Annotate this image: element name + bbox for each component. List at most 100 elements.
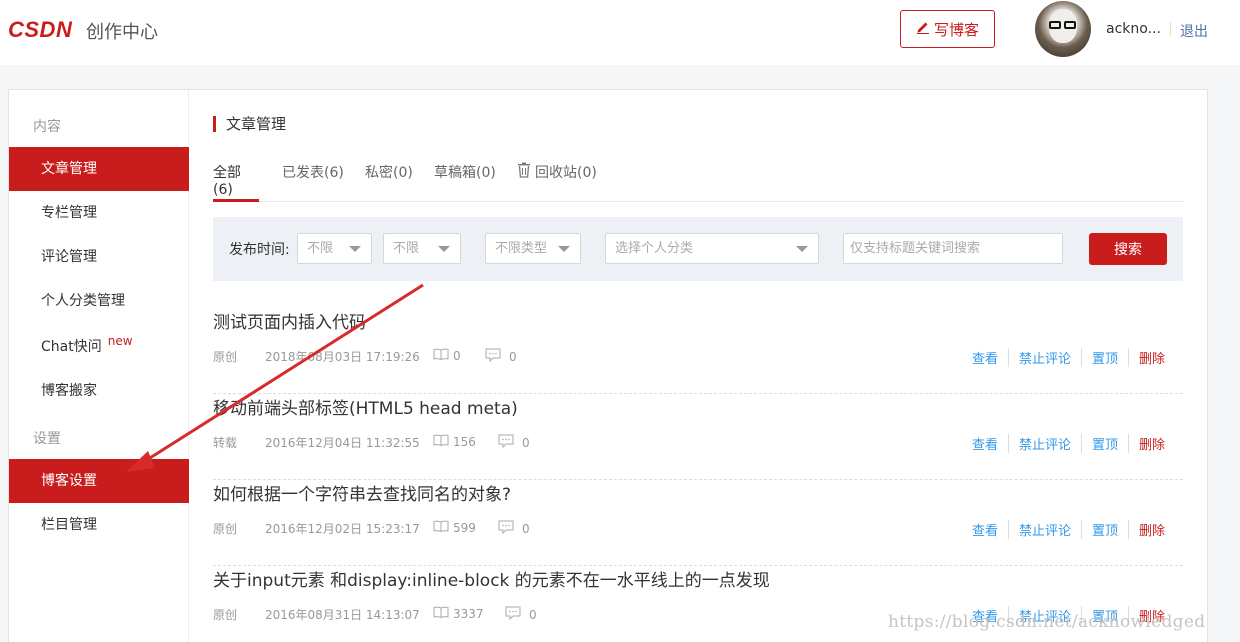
chevron-down-icon: [349, 246, 361, 252]
article-type: 原创: [213, 522, 238, 536]
search-button[interactable]: 搜索: [1089, 233, 1167, 265]
sidebar-item-blog-move[interactable]: 博客搬家: [9, 369, 189, 413]
article-title[interactable]: 如何根据一个字符串去查找同名的对象?: [213, 480, 511, 505]
article-date: 2016年12月04日 11:32:55: [265, 436, 420, 450]
ban-comment-link[interactable]: 禁止评论: [1007, 434, 1081, 453]
delete-link[interactable]: 删除: [1127, 434, 1175, 453]
article-title[interactable]: 测试页面内插入代码: [213, 308, 366, 333]
sidebar-item-blog-settings[interactable]: 博客设置: [9, 459, 189, 503]
book-icon: [433, 434, 449, 449]
sidebar-item-section-manage[interactable]: 栏目管理: [9, 503, 189, 547]
delete-link[interactable]: 删除: [1127, 348, 1175, 367]
article-row: 移动前端头部标签(HTML5 head meta) 转载 2016年12月04日…: [213, 394, 1183, 480]
ban-comment-link[interactable]: 禁止评论: [1007, 348, 1081, 367]
article-title[interactable]: 移动前端头部标签(HTML5 head meta): [213, 394, 518, 419]
article-row: 测试页面内插入代码 原创 2018年08月03日 17:19:26 0 0 查看…: [213, 308, 1183, 394]
content-card: 内容 文章管理 专栏管理 评论管理 个人分类管理 Chat快问 new 博客搬家 …: [8, 89, 1208, 642]
article-views: 599: [433, 520, 476, 535]
username[interactable]: ackno...: [1106, 21, 1161, 37]
sidebar-item-column-manage[interactable]: 专栏管理: [9, 191, 189, 235]
sidebar-item-category-manage[interactable]: 个人分类管理: [9, 279, 189, 323]
sidebar-item-article-manage[interactable]: 文章管理: [9, 147, 189, 191]
article-type: 转载: [213, 436, 238, 450]
sidebar: 内容 文章管理 专栏管理 评论管理 个人分类管理 Chat快问 new 博客搬家 …: [9, 90, 189, 642]
comment-icon: [505, 606, 521, 623]
write-blog-label: 写博客: [933, 20, 979, 39]
sidebar-group-content: 内容: [33, 119, 61, 135]
article-comments-count: 0: [529, 607, 537, 622]
filter-bar: 发布时间: 不限 不限 不限类型 选择个人分类 搜索: [213, 217, 1183, 281]
chevron-down-icon: [558, 246, 570, 252]
article-views-count: 3337: [453, 606, 484, 621]
delete-link[interactable]: 删除: [1127, 520, 1175, 539]
new-badge: new: [107, 334, 133, 348]
article-comments-count: 0: [522, 435, 530, 450]
top-bar: CSDN 创作中心 写博客 ackno... 退出: [0, 0, 1240, 65]
article-type: 原创: [213, 350, 238, 364]
year-select[interactable]: 不限: [297, 233, 372, 264]
article-actions: 查看 禁止评论 置顶 删除: [962, 520, 1175, 539]
article-comments-count: 0: [509, 349, 517, 364]
comment-icon: [485, 348, 501, 365]
article-actions: 查看 禁止评论 置顶 删除: [962, 348, 1175, 367]
year-select-value: 不限: [307, 241, 334, 256]
divider: [1170, 22, 1171, 36]
article-comments: 0: [485, 348, 517, 365]
sidebar-item-comment-manage[interactable]: 评论管理: [9, 235, 189, 279]
article-date: 2016年12月02日 15:23:17: [265, 522, 420, 536]
pin-top-link[interactable]: 置顶: [1080, 434, 1128, 453]
article-actions: 查看 禁止评论 置顶 删除: [962, 434, 1175, 453]
tab-recycle-bin[interactable]: 回收站(0): [517, 162, 597, 202]
comment-icon: [498, 434, 514, 451]
type-select[interactable]: 不限类型: [485, 233, 581, 264]
view-link[interactable]: 查看: [962, 434, 1008, 453]
article-row: 如何根据一个字符串去查找同名的对象? 原创 2016年12月02日 15:23:…: [213, 480, 1183, 566]
article-date: 2018年08月03日 17:19:26: [265, 350, 420, 364]
view-link[interactable]: 查看: [962, 520, 1008, 539]
page-title: 文章管理: [213, 116, 286, 132]
watermark: https://blog.csdn.net/acknowledged: [888, 612, 1206, 632]
article-comments: 0: [498, 520, 530, 537]
tab-private[interactable]: 私密(0): [365, 162, 413, 202]
article-comments-count: 0: [522, 521, 530, 536]
sidebar-item-chat[interactable]: Chat快问 new: [9, 325, 189, 369]
csdn-logo[interactable]: CSDN: [8, 17, 72, 43]
ban-comment-link[interactable]: 禁止评论: [1007, 520, 1081, 539]
search-input[interactable]: [843, 233, 1063, 264]
book-icon: [433, 606, 449, 621]
month-select-value: 不限: [393, 241, 420, 256]
pencil-icon: [916, 20, 930, 38]
article-comments: 0: [498, 434, 530, 451]
tab-all[interactable]: 全部(6): [213, 162, 259, 202]
tab-recycle-bin-label: 回收站(0): [535, 165, 597, 181]
article-type: 原创: [213, 608, 238, 622]
book-icon: [433, 348, 449, 363]
category-select[interactable]: 选择个人分类: [605, 233, 819, 264]
main-panel: 文章管理 全部(6) 已发表(6) 私密(0) 草稿箱(0) 回收站(0) 发布…: [189, 90, 1207, 642]
type-select-value: 不限类型: [495, 241, 548, 256]
avatar[interactable]: [1035, 1, 1091, 57]
pin-top-link[interactable]: 置顶: [1080, 348, 1128, 367]
article-date: 2016年08月31日 14:13:07: [265, 608, 420, 622]
sidebar-item-chat-label: Chat快问: [41, 339, 102, 355]
article-views: 0: [433, 348, 461, 363]
logout-link[interactable]: 退出: [1180, 21, 1208, 41]
trash-icon: [517, 162, 531, 202]
view-link[interactable]: 查看: [962, 348, 1008, 367]
tab-drafts[interactable]: 草稿箱(0): [434, 162, 496, 202]
article-comments: 0: [505, 606, 537, 623]
comment-icon: [498, 520, 514, 537]
article-views-count: 599: [453, 520, 476, 535]
tab-published[interactable]: 已发表(6): [282, 162, 344, 202]
publish-time-label: 发布时间:: [229, 242, 290, 258]
month-select[interactable]: 不限: [383, 233, 461, 264]
tab-bar: 全部(6) 已发表(6) 私密(0) 草稿箱(0) 回收站(0): [213, 162, 1183, 202]
article-views: 3337: [433, 606, 484, 621]
article-views: 156: [433, 434, 476, 449]
pin-top-link[interactable]: 置顶: [1080, 520, 1128, 539]
chevron-down-icon: [796, 246, 808, 252]
write-blog-button[interactable]: 写博客: [900, 10, 995, 48]
sidebar-group-settings: 设置: [33, 431, 61, 447]
article-title[interactable]: 关于input元素 和display:inline-block 的元素不在一水平…: [213, 566, 770, 591]
article-views-count: 0: [453, 348, 461, 363]
